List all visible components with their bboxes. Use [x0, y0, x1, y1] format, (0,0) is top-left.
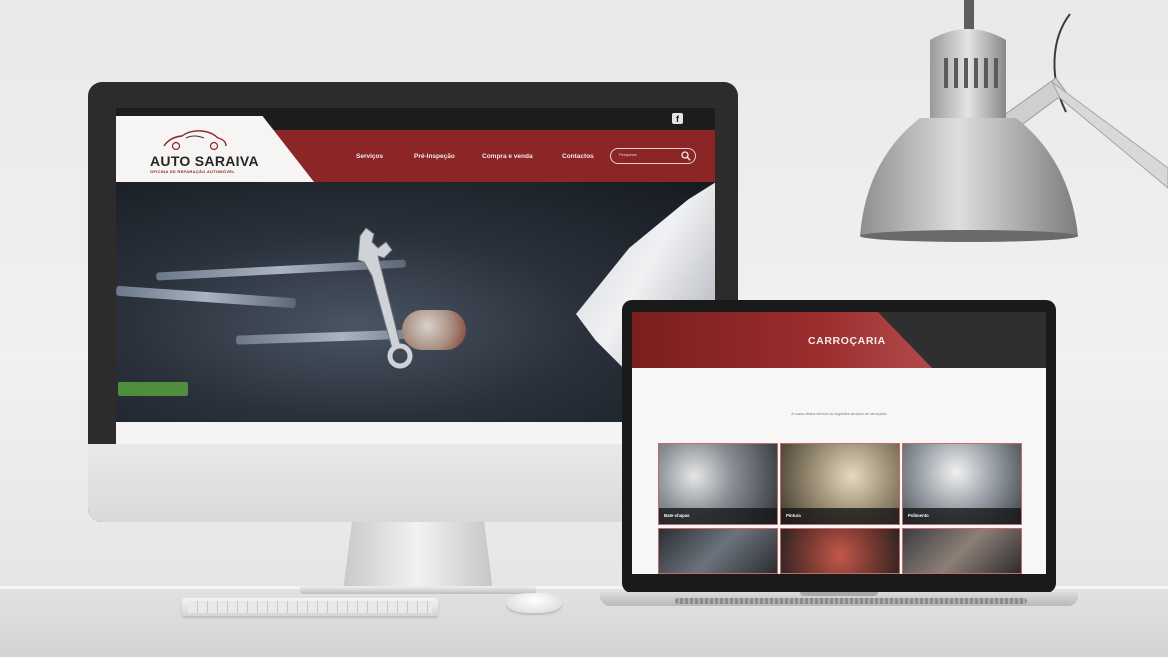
logo-title: AUTO SARAIVA [150, 153, 259, 169]
page-header: CARROÇARIA [632, 312, 1046, 368]
page-title: CARROÇARIA [808, 335, 886, 347]
search-input[interactable]: Pesquisar [610, 148, 696, 164]
service-label-bar: Bate-chapas [659, 508, 777, 524]
service-image [781, 529, 899, 573]
search-placeholder: Pesquisar [619, 152, 637, 157]
wrench-icon [357, 227, 413, 369]
website-laptop-view: CARROÇARIA A nossa oficina oferece os se… [632, 312, 1046, 574]
service-label-bar: Pintura [781, 508, 899, 524]
laptop-notch [800, 592, 878, 596]
service-card[interactable] [658, 528, 778, 574]
service-label: Polimento [908, 513, 929, 518]
service-label: Bate-chapas [664, 513, 690, 518]
service-label: Pintura [786, 513, 801, 518]
mechanic-glove-image [402, 310, 466, 350]
mouse [506, 593, 562, 613]
service-card[interactable] [780, 528, 900, 574]
keyboard-keys [188, 601, 432, 613]
intro-text: A nossa oficina oferece os seguintes ser… [791, 412, 887, 416]
service-card-pintura[interactable]: Pintura [780, 443, 900, 525]
service-card-polimento[interactable]: Polimento [902, 443, 1022, 525]
nav-item-pre-inspecao[interactable]: Pré-Inspeção [414, 153, 455, 160]
service-card-bate-chapas[interactable]: Bate-chapas [658, 443, 778, 525]
facebook-icon[interactable]: f [672, 113, 683, 124]
nav-item-compra-e-venda[interactable]: Compra e venda [482, 153, 533, 160]
engine-part [116, 285, 297, 309]
monitor-stand-base [300, 586, 536, 594]
car-logo-icon [163, 130, 227, 151]
logo-subtitle: OFICINA DE REPARAÇÃO AUTOMÓVEL [150, 169, 236, 174]
laptop: CARROÇARIA A nossa oficina oferece os se… [622, 300, 1056, 593]
nav-item-servicos[interactable]: Serviços [356, 153, 383, 160]
search-icon[interactable] [681, 151, 691, 161]
service-image [903, 529, 1021, 573]
keyboard [182, 598, 438, 616]
service-label-bar: Polimento [903, 508, 1021, 524]
page-header-accent [632, 312, 932, 368]
service-card[interactable] [902, 528, 1022, 574]
engine-component [118, 382, 188, 396]
monitor-stand [343, 521, 493, 591]
laptop-keyboard-edge [675, 598, 1027, 604]
nav-item-contactos[interactable]: Contactos [562, 153, 594, 160]
service-image [659, 529, 777, 573]
